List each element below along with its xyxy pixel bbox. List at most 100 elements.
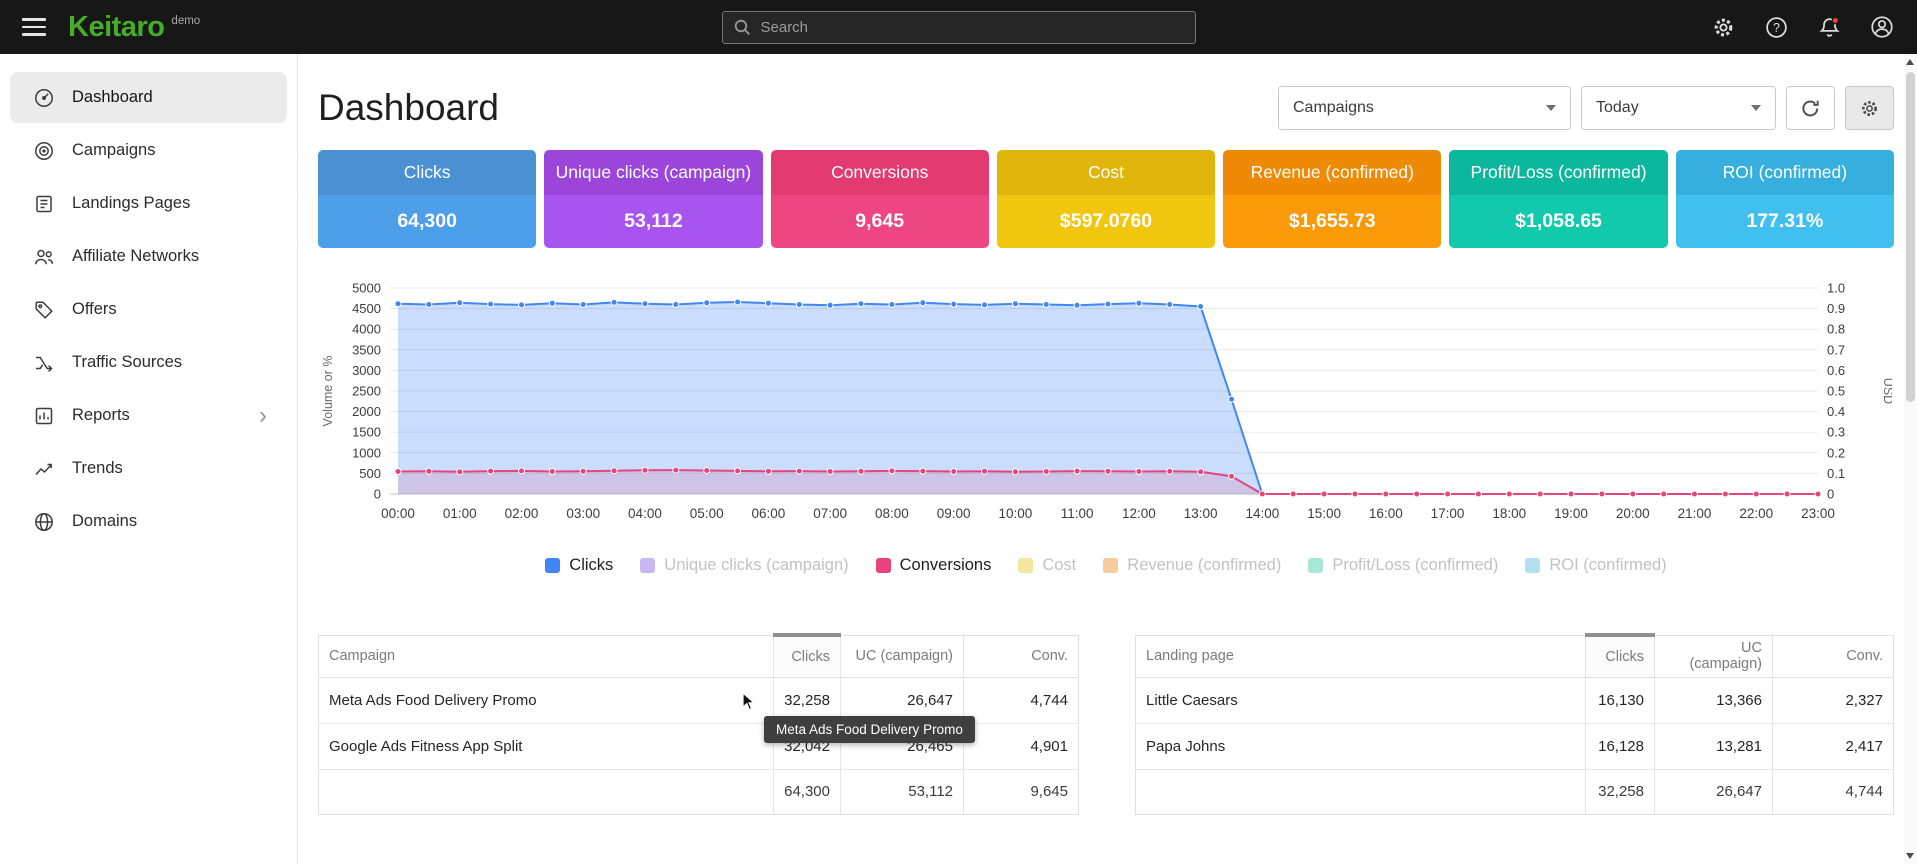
svg-text:13:00: 13:00: [1184, 506, 1218, 521]
logo-demo-badge: demo: [171, 15, 200, 27]
legend-item-revenue[interactable]: Revenue (confirmed): [1103, 556, 1281, 575]
dashboard-settings-button[interactable]: [1845, 86, 1894, 130]
legend-swatch-icon: [1018, 558, 1033, 573]
sidebar-item-landings-pages[interactable]: Landings Pages: [10, 178, 287, 229]
traffic-chart[interactable]: 005000.110000.215000.320000.425000.53000…: [318, 274, 1892, 536]
table-row[interactable]: Little Caesars 16,130 13,366 2,327: [1136, 677, 1894, 723]
conv-cell: 4,901: [964, 723, 1079, 769]
campaign-name-cell[interactable]: Meta Ads Food Delivery Promo: [319, 677, 774, 723]
uc-cell: 13,281: [1655, 723, 1773, 769]
scrollbar-thumb[interactable]: [1906, 72, 1915, 402]
menu-icon[interactable]: [22, 18, 46, 35]
campaigns-table-header-uc[interactable]: UC (campaign): [841, 635, 964, 677]
metric-card-cost[interactable]: Cost $597.0760: [997, 150, 1215, 248]
sidebar-item-label: Offers: [72, 300, 117, 319]
landing-table-header-clicks[interactable]: Clicks: [1586, 635, 1655, 677]
svg-text:0.5: 0.5: [1827, 384, 1845, 399]
metric-card-revenue[interactable]: Revenue (confirmed) $1,655.73: [1223, 150, 1441, 248]
landing-pages-table: Landing page Clicks UC (campaign) Conv. …: [1135, 633, 1894, 815]
globe-icon: [33, 511, 55, 533]
svg-text:5000: 5000: [352, 281, 381, 296]
sidebar-item-reports[interactable]: Reports ›: [10, 390, 287, 441]
svg-text:3000: 3000: [352, 363, 381, 378]
sidebar-item-affiliate-networks[interactable]: Affiliate Networks: [10, 231, 287, 282]
svg-text:10:00: 10:00: [998, 506, 1032, 521]
metric-card-unique-clicks[interactable]: Unique clicks (campaign) 53,112: [544, 150, 762, 248]
legend-item-profit-loss[interactable]: Profit/Loss (confirmed): [1308, 556, 1498, 575]
clicks-cell: 16,130: [1586, 677, 1655, 723]
svg-text:0.8: 0.8: [1827, 322, 1845, 337]
grouping-select[interactable]: Campaigns: [1278, 86, 1571, 130]
sidebar-item-campaigns[interactable]: Campaigns: [10, 125, 287, 176]
campaign-name-cell[interactable]: Google Ads Fitness App Split: [319, 723, 774, 769]
table-row[interactable]: Papa Johns 16,128 13,281 2,417: [1136, 723, 1894, 769]
metric-card-profit-loss[interactable]: Profit/Loss (confirmed) $1,058.65: [1449, 150, 1667, 248]
settings-icon[interactable]: [1710, 14, 1736, 40]
sidebar-item-label: Affiliate Networks: [72, 247, 199, 266]
legend-swatch-icon: [1525, 558, 1540, 573]
totals-conv-cell: 4,744: [1773, 769, 1894, 814]
sidebar-item-trends[interactable]: Trends: [10, 443, 287, 494]
legend-item-clicks[interactable]: Clicks: [545, 556, 613, 575]
svg-text:4000: 4000: [352, 322, 381, 337]
svg-text:1.0: 1.0: [1827, 281, 1845, 296]
page-scrollbar[interactable]: [1904, 54, 1917, 864]
sidebar-item-label: Reports: [72, 406, 130, 425]
svg-text:17:00: 17:00: [1431, 506, 1465, 521]
campaigns-table-header-clicks[interactable]: Clicks: [774, 635, 841, 677]
landing-table-header-conv[interactable]: Conv.: [1773, 635, 1894, 677]
sidebar-item-label: Traffic Sources: [72, 353, 182, 372]
svg-text:2500: 2500: [352, 384, 381, 399]
metric-cards: Clicks 64,300 Unique clicks (campaign) 5…: [318, 150, 1894, 248]
legend-item-unique-clicks[interactable]: Unique clicks (campaign): [640, 556, 848, 575]
notifications-icon[interactable]: [1816, 14, 1842, 40]
totals-empty-cell: [319, 769, 774, 814]
landing-table-header-uc[interactable]: UC (campaign): [1655, 635, 1773, 677]
scroll-up-icon[interactable]: [1906, 59, 1914, 65]
legend-item-roi[interactable]: ROI (confirmed): [1525, 556, 1666, 575]
landing-table-header-landing-page[interactable]: Landing page: [1136, 635, 1586, 677]
sidebar-item-domains[interactable]: Domains: [10, 496, 287, 547]
svg-text:0.9: 0.9: [1827, 301, 1845, 316]
date-range-select[interactable]: Today: [1581, 86, 1776, 130]
help-icon[interactable]: ?: [1763, 14, 1789, 40]
scroll-down-icon[interactable]: [1906, 853, 1914, 859]
landing-name-cell[interactable]: Little Caesars: [1136, 677, 1586, 723]
landing-name-cell[interactable]: Papa Johns: [1136, 723, 1586, 769]
metric-card-conversions[interactable]: Conversions 9,645: [771, 150, 989, 248]
search-input[interactable]: [722, 11, 1196, 44]
legend-item-conversions[interactable]: Conversions: [876, 556, 992, 575]
campaigns-table-header-conv[interactable]: Conv.: [964, 635, 1079, 677]
logo[interactable]: Keitaro demo: [68, 13, 200, 42]
svg-text:09:00: 09:00: [937, 506, 971, 521]
tag-icon: [33, 299, 55, 321]
svg-text:14:00: 14:00: [1245, 506, 1279, 521]
svg-text:11:00: 11:00: [1061, 506, 1094, 521]
totals-clicks-cell: 32,258: [1586, 769, 1655, 814]
metric-card-roi[interactable]: ROI (confirmed) 177.31%: [1676, 150, 1894, 248]
svg-text:03:00: 03:00: [566, 506, 600, 521]
sidebar-item-offers[interactable]: Offers: [10, 284, 287, 335]
svg-text:500: 500: [359, 466, 381, 481]
sidebar-item-dashboard[interactable]: Dashboard: [10, 72, 287, 123]
legend-swatch-icon: [545, 558, 560, 573]
legend-item-cost[interactable]: Cost: [1018, 556, 1076, 575]
svg-text:15:00: 15:00: [1307, 506, 1341, 521]
totals-uc-cell: 53,112: [841, 769, 964, 814]
target-icon: [33, 140, 55, 162]
svg-text:USD: USD: [1881, 378, 1892, 404]
uc-cell: 13,366: [1655, 677, 1773, 723]
totals-row: 64,300 53,112 9,645: [319, 769, 1079, 814]
refresh-button[interactable]: [1786, 86, 1835, 130]
account-icon[interactable]: [1869, 14, 1895, 40]
legend-swatch-icon: [1103, 558, 1118, 573]
date-range-value: Today: [1596, 99, 1639, 117]
metric-card-clicks[interactable]: Clicks 64,300: [318, 150, 536, 248]
campaigns-table-header-campaign[interactable]: Campaign: [319, 635, 774, 677]
dashboard-controls: Campaigns Today: [1278, 86, 1894, 130]
sidebar-item-label: Dashboard: [72, 88, 153, 107]
sidebar-item-traffic-sources[interactable]: Traffic Sources: [10, 337, 287, 388]
svg-text:0.4: 0.4: [1827, 404, 1845, 419]
conv-cell: 2,417: [1773, 723, 1894, 769]
svg-text:3500: 3500: [352, 342, 381, 357]
